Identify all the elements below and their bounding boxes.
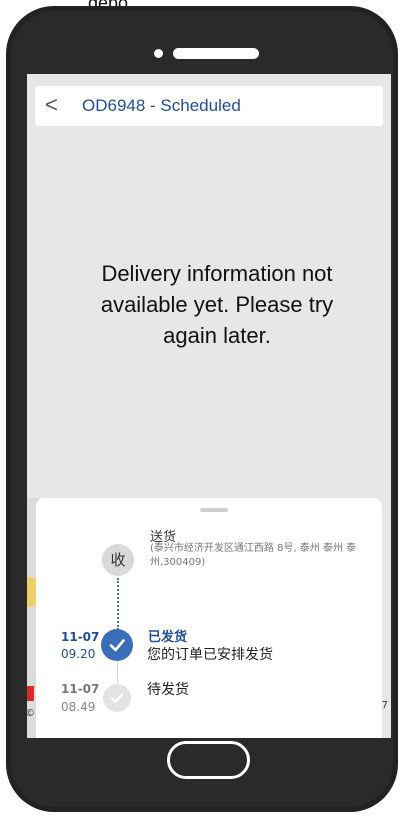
delivery-unavailable-message: Delivery information not available yet. …	[100, 261, 334, 348]
timeline-connector	[117, 661, 118, 683]
sheet-drag-handle[interactable]	[200, 508, 228, 512]
tracking-bottom-sheet[interactable]: 收 送货 (泰兴市经济开发区通江西路 8号, 泰州 泰州 泰州,300409) …	[36, 498, 382, 738]
order-title: OD6948 - Scheduled	[82, 96, 241, 115]
shipped-status-title: 已发货	[148, 630, 188, 645]
pending-check-icon	[103, 684, 131, 712]
pending-time: 08.49	[61, 700, 96, 714]
map-label: 7	[381, 700, 388, 711]
timeline-dotted-connector	[117, 578, 119, 630]
earpiece-speaker	[173, 48, 259, 59]
map-poi-marker	[27, 686, 34, 701]
app-screen: < OD6948 - Scheduled Delivery informatio…	[27, 74, 391, 738]
shipped-date: 11-07	[61, 630, 100, 644]
back-icon[interactable]: <	[45, 92, 58, 118]
home-button[interactable]	[167, 741, 250, 779]
front-camera	[154, 49, 163, 58]
order-header: < OD6948 - Scheduled	[35, 86, 383, 126]
pending-status-title: 待发货	[147, 682, 189, 698]
shipped-status-description: 您的订单已安排发货	[147, 647, 273, 663]
pending-date: 11-07	[61, 682, 100, 696]
receive-node-icon: 收	[102, 544, 134, 576]
shipped-check-icon	[101, 629, 133, 661]
shipped-time: 09.20	[61, 647, 96, 661]
map-copyright: ©	[27, 708, 35, 719]
receive-address: (泰兴市经济开发区通江西路 8号, 泰州 泰州 泰州,300409)	[150, 543, 357, 568]
